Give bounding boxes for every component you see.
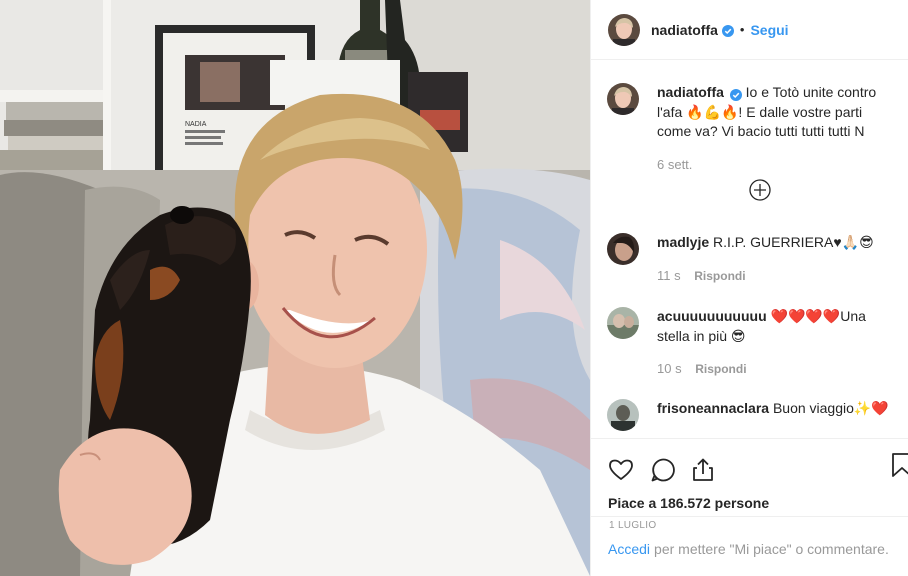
login-prompt-text: per mettere "Mi piace" o commentare. (654, 540, 889, 557)
poster-text: NADIA (185, 121, 207, 128)
comment-meta: 10 s Rispondi (657, 359, 892, 380)
comment-icon[interactable] (649, 456, 677, 484)
verified-badge-icon (721, 24, 734, 37)
action-icons (591, 439, 908, 489)
post-header: nadiatoffa • Segui (591, 0, 908, 60)
comment-username[interactable]: acuuuuuuuuuuu (657, 308, 767, 324)
avatar[interactable] (607, 307, 639, 339)
login-prompt: Accedi per mettere "Mi piace" o commenta… (591, 516, 908, 576)
post-username[interactable]: nadiatoffa (651, 22, 718, 38)
separator-dot: • (739, 22, 745, 37)
verified-badge-icon (729, 87, 742, 102)
post-photo-image: NADIA (0, 0, 590, 576)
heart-icon[interactable] (607, 456, 635, 484)
comment-username[interactable]: frisoneannaclara (657, 400, 769, 416)
reply-button[interactable]: Rispondi (695, 362, 746, 376)
bookmark-icon[interactable] (890, 451, 908, 479)
avatar[interactable] (607, 233, 639, 265)
comment-item: acuuuuuuuuuuu ❤️❤️❤️❤️Una stella in più … (591, 307, 908, 380)
comment-body: frisoneannaclara Buon viaggio✨❤️ (657, 399, 892, 431)
comment-time[interactable]: 11 s (657, 268, 681, 283)
comment-time[interactable]: 10 s (657, 361, 682, 376)
avatar[interactable] (607, 399, 639, 431)
reply-button[interactable]: Rispondi (694, 269, 745, 283)
plus-circle-icon[interactable] (749, 179, 771, 201)
login-link[interactable]: Accedi (608, 541, 650, 557)
avatar[interactable] (608, 13, 640, 46)
comment-text: R.I.P. GUERRIERA♥🙏🏻😎 (713, 234, 874, 250)
comment-meta: 11 s Rispondi (657, 266, 892, 287)
comment-item: frisoneannaclara Buon viaggio✨❤️ (591, 399, 908, 431)
share-icon[interactable] (689, 456, 717, 484)
likes-count[interactable]: Piace a 186.572 persone (591, 495, 908, 511)
avatar[interactable] (607, 83, 639, 115)
post-photo[interactable]: NADIA (0, 0, 590, 576)
comment-text: Buon viaggio✨❤️ (772, 400, 889, 416)
post-sidebar: nadiatoffa • Segui nadiatoffa Io e Totò … (590, 0, 908, 576)
action-bar: Piace a 186.572 persone 1 luglio Accedi … (591, 438, 908, 576)
comment-username[interactable]: madlyje (657, 234, 709, 250)
comments-list[interactable]: nadiatoffa Io e Totò unite contro l'afa … (591, 61, 908, 437)
caption-body: nadiatoffa Io e Totò unite contro l'afa … (657, 83, 892, 174)
caption-time[interactable]: 6 sett. (657, 155, 892, 175)
caption: nadiatoffa Io e Totò unite contro l'afa … (591, 83, 908, 174)
follow-button[interactable]: Segui (750, 22, 788, 38)
caption-username[interactable]: nadiatoffa (657, 84, 724, 100)
comment-body: madlyje R.I.P. GUERRIERA♥🙏🏻😎 11 s Rispon… (657, 233, 892, 286)
comment-body: acuuuuuuuuuuu ❤️❤️❤️❤️Una stella in più … (657, 307, 892, 380)
comment-item: madlyje R.I.P. GUERRIERA♥🙏🏻😎 11 s Rispon… (591, 233, 908, 286)
